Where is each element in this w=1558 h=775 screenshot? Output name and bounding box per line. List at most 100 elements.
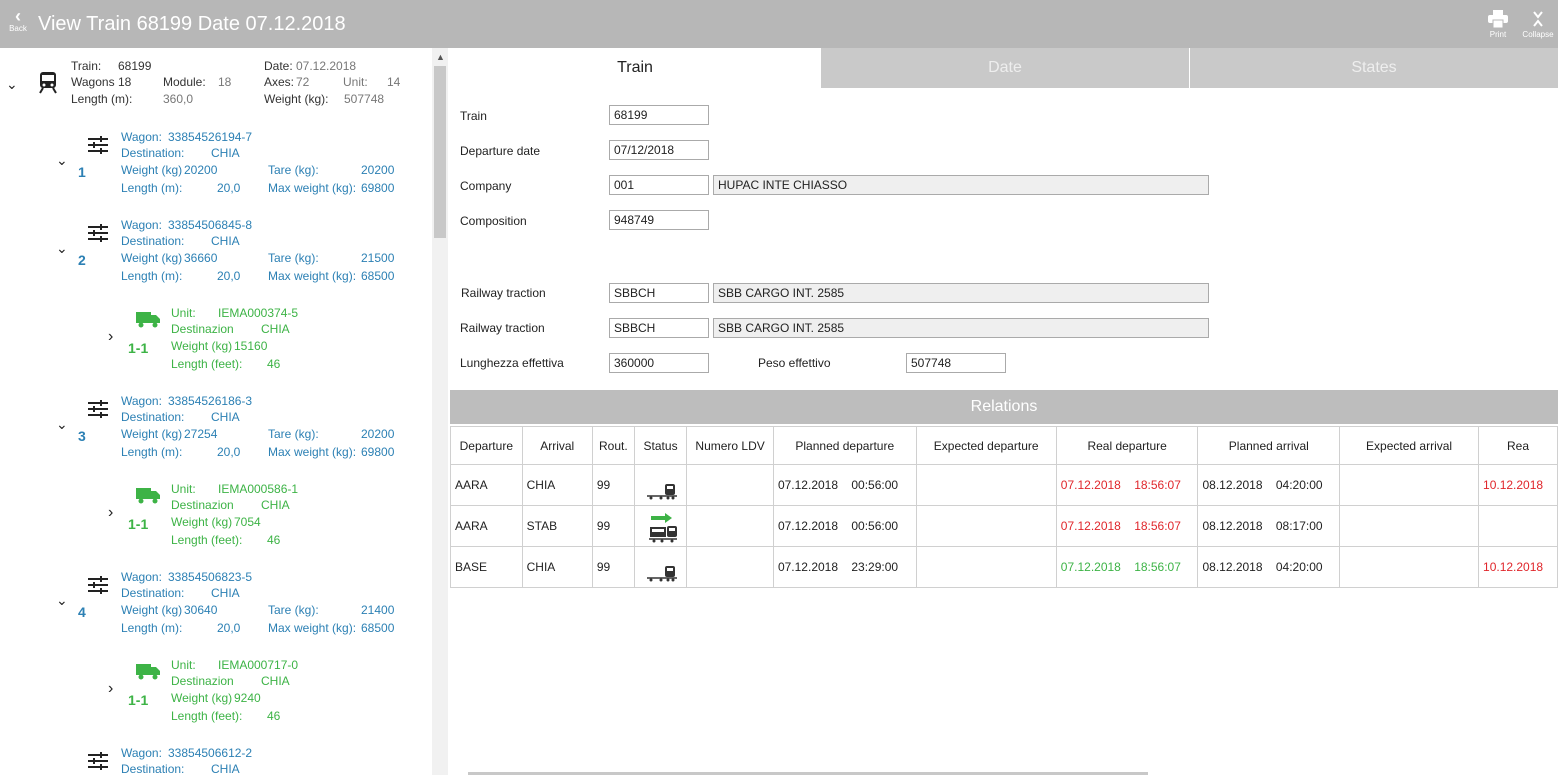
company-code-field[interactable]: 001 — [609, 175, 709, 195]
length-label: Length (feet): — [171, 709, 243, 723]
wagons-value: 18 — [118, 75, 132, 89]
unit-label: Unit: — [171, 658, 196, 672]
planned-departure-cell: 07.12.2018 00:56:00 — [772, 464, 917, 506]
max-weight-label: Max weight (kg): — [268, 269, 357, 283]
length-label: Length (feet): — [171, 533, 243, 547]
length-value: 46 — [267, 709, 281, 723]
departure-cell: AARA — [450, 464, 523, 506]
wagon-number: 4 — [78, 604, 86, 620]
sliders-icon — [88, 136, 108, 154]
relations-header: Relations — [450, 390, 1558, 424]
peso-field[interactable]: 507748 — [906, 353, 1006, 373]
real-arrival-cell: 10.12.2018 — [1478, 464, 1558, 506]
wagon-label: Wagon: — [121, 570, 162, 584]
unit-id: IEMA000717-0 — [218, 658, 299, 672]
tab-states[interactable]: States — [1189, 48, 1558, 88]
status-cell — [633, 546, 688, 588]
railway-traction-label: Railway traction — [460, 321, 545, 335]
destination-value: CHIA — [261, 322, 290, 336]
peso-label: Peso effettivo — [758, 356, 831, 370]
column-header[interactable]: Expected arrival — [1339, 426, 1480, 465]
max-weight-label: Max weight (kg): — [268, 621, 357, 635]
train-value: 68199 — [118, 59, 152, 73]
unit-number: 1-1 — [128, 340, 149, 356]
tab-train[interactable]: Train — [450, 48, 820, 88]
status-cell — [633, 505, 688, 547]
wagon-expand-chevron-icon[interactable]: ⌄ — [56, 416, 68, 433]
table-row[interactable]: AARA STAB 99 07.12.2018 00:56:00 07.12.2… — [450, 505, 1558, 547]
truck-icon — [136, 488, 160, 504]
print-button[interactable]: Print — [1480, 10, 1516, 39]
planned-departure-cell: 07.12.2018 00:56:00 — [772, 505, 917, 547]
back-label: Back — [9, 24, 27, 33]
wagon-expand-chevron-icon[interactable]: ⌄ — [56, 240, 68, 257]
column-header[interactable]: Rout. — [591, 426, 635, 465]
unit-expand-chevron-icon[interactable]: › — [108, 328, 113, 346]
train-expand-chevron-icon[interactable]: ⌄ — [6, 76, 18, 93]
left-scrollbar[interactable]: ▲ — [432, 48, 448, 775]
tare-label: Tare (kg): — [268, 427, 319, 441]
wagon-number: 3 — [78, 428, 86, 444]
max-weight-value: 69800 — [361, 181, 395, 195]
destination-value: CHIA — [211, 410, 240, 424]
wagon-id: 33854506845-8 — [168, 218, 253, 232]
arrival-cell: CHIA — [521, 546, 593, 588]
ldv-cell — [686, 505, 774, 547]
company-label: Company — [460, 179, 512, 193]
column-header[interactable]: Numero LDV — [686, 426, 774, 465]
unit-expand-chevron-icon[interactable]: › — [108, 504, 113, 522]
column-header[interactable]: Planned departure — [772, 426, 917, 465]
date-label: Date: — [264, 59, 293, 73]
relations-table: Departure Arrival Rout. Status Numero LD… — [450, 426, 1558, 588]
unit-label: Unit: — [171, 306, 196, 320]
train-icon — [646, 484, 677, 500]
tare-label: Tare (kg): — [268, 163, 319, 177]
tab-date[interactable]: Date — [820, 48, 1189, 88]
column-header[interactable]: Departure — [450, 426, 523, 465]
wagon-expand-chevron-icon[interactable]: ⌄ — [56, 152, 68, 169]
length-value: 46 — [267, 357, 281, 371]
column-header[interactable]: Status — [633, 426, 688, 465]
max-weight-value: 68500 — [361, 269, 395, 283]
weight-value: 27254 — [184, 427, 218, 441]
table-row[interactable]: BASE CHIA 99 07.12.2018 23:29:00 07.12.2… — [450, 546, 1558, 588]
module-value: 18 — [218, 75, 232, 89]
scroll-up-icon[interactable]: ▲ — [436, 52, 445, 62]
railway-traction-code-field[interactable]: SBBCH — [609, 283, 709, 303]
lunghezza-field[interactable]: 360000 — [609, 353, 709, 373]
railway-traction-code-field[interactable]: SBBCH — [609, 318, 709, 338]
max-weight-value: 69800 — [361, 445, 395, 459]
length-value: 20,0 — [217, 445, 241, 459]
destination-label: Destination: — [121, 586, 185, 600]
company-name-field: HUPAC INTE CHIASSO — [713, 175, 1209, 195]
back-chevron-icon: ‹ — [15, 6, 21, 26]
wagon-label: Wagon: — [121, 130, 162, 144]
destination-label: Destination: — [121, 234, 185, 248]
train-tree-panel[interactable]: ⌄ Train: 68199 Date: 07.12.2018 Wagons 1… — [0, 48, 448, 775]
column-header[interactable]: Arrival — [521, 426, 593, 465]
planned-arrival-cell: 08.12.2018 08:17:00 — [1197, 505, 1341, 547]
column-header[interactable]: Real departure — [1055, 426, 1199, 465]
wagon-expand-chevron-icon[interactable]: ⌄ — [56, 592, 68, 609]
departure-date-field[interactable]: 07/12/2018 — [609, 140, 709, 160]
column-header[interactable]: Expected departure — [915, 426, 1057, 465]
unit-expand-chevron-icon[interactable]: › — [108, 680, 113, 698]
table-row[interactable]: AARA CHIA 99 07.12.2018 00:56:00 07.12.2… — [450, 464, 1558, 506]
tare-value: 20200 — [361, 163, 395, 177]
module-label: Module: — [163, 75, 206, 89]
composition-field[interactable]: 948749 — [609, 210, 709, 230]
train-field[interactable]: 68199 — [609, 105, 709, 125]
truck-icon — [136, 312, 160, 328]
collapse-button[interactable]: Collapse — [1520, 10, 1556, 39]
weight-label: Weight (kg): — [264, 92, 329, 106]
length-value: 20,0 — [217, 269, 241, 283]
destination-value: CHIA — [261, 674, 290, 688]
scroll-thumb[interactable] — [434, 66, 446, 238]
tare-value: 21500 — [361, 251, 395, 265]
column-header[interactable]: Rea — [1478, 426, 1558, 465]
column-header[interactable]: Planned arrival — [1197, 426, 1341, 465]
back-button[interactable]: ‹ Back — [6, 6, 30, 34]
planned-arrival-cell: 08.12.2018 04:20:00 — [1197, 546, 1341, 588]
sliders-icon — [88, 576, 108, 594]
weight-value: 15160 — [234, 339, 268, 353]
